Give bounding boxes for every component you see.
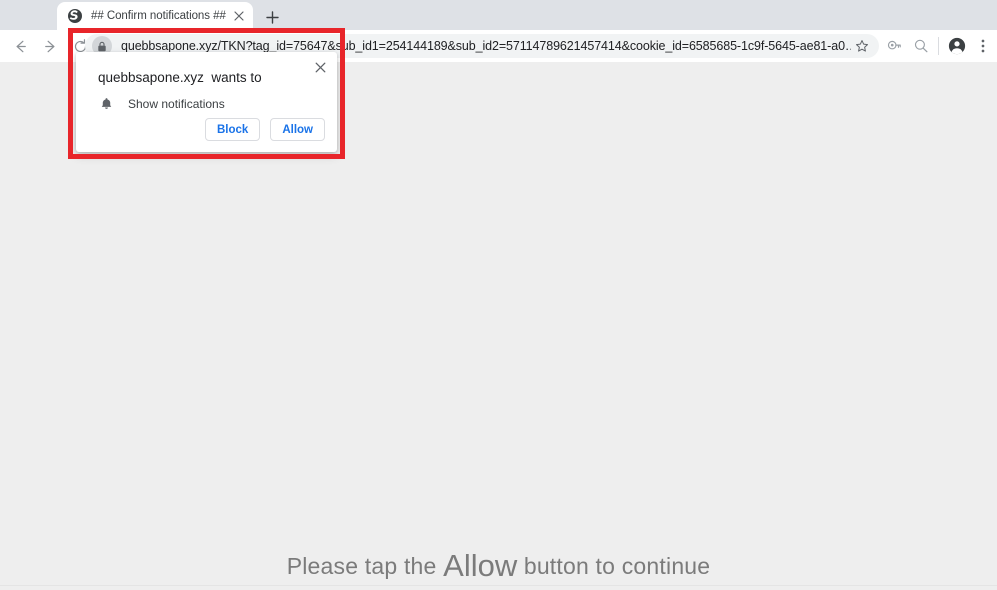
cta-suffix: button to continue [517, 553, 711, 579]
call-to-action-text: Please tap the Allow button to continue [0, 548, 997, 584]
forward-arrow-icon[interactable] [36, 32, 64, 60]
block-button[interactable]: Block [205, 118, 261, 141]
permission-dialog-title: quebbsapone.xyz wants to [98, 70, 262, 85]
allow-button[interactable]: Allow [270, 118, 325, 141]
toolbar-divider [938, 37, 939, 55]
permission-row: Show notifications [98, 96, 225, 112]
browser-window: ## Confirm notifications ## quebbsapone.… [0, 0, 997, 590]
extension-puzzle-icon[interactable] [883, 35, 905, 57]
close-icon[interactable] [311, 58, 329, 76]
cta-prefix: Please tap the [286, 553, 444, 579]
three-dot-menu-icon[interactable] [972, 35, 994, 57]
page-bottom-divider [0, 585, 997, 586]
notification-permission-dialog: quebbsapone.xyz wants to Show notificati… [76, 52, 337, 152]
tab-close-icon[interactable] [231, 8, 247, 24]
new-tab-button[interactable] [261, 6, 283, 28]
tab-strip: ## Confirm notifications ## [0, 0, 997, 30]
cta-emphasis: Allow [443, 548, 518, 583]
profile-avatar-icon[interactable] [946, 35, 968, 57]
star-icon[interactable] [851, 35, 873, 57]
url-text: quebbsapone.xyz/TKN?tag_id=75647&sub_id1… [121, 39, 851, 53]
tab-title: ## Confirm notifications ## [91, 10, 226, 22]
permission-actions: Block Allow [205, 118, 325, 141]
magnifier-icon[interactable] [910, 35, 932, 57]
bell-icon [98, 96, 114, 112]
back-arrow-icon[interactable] [6, 32, 34, 60]
browser-tab[interactable]: ## Confirm notifications ## [57, 2, 253, 30]
permission-label: Show notifications [128, 97, 225, 111]
globe-icon [67, 8, 83, 24]
